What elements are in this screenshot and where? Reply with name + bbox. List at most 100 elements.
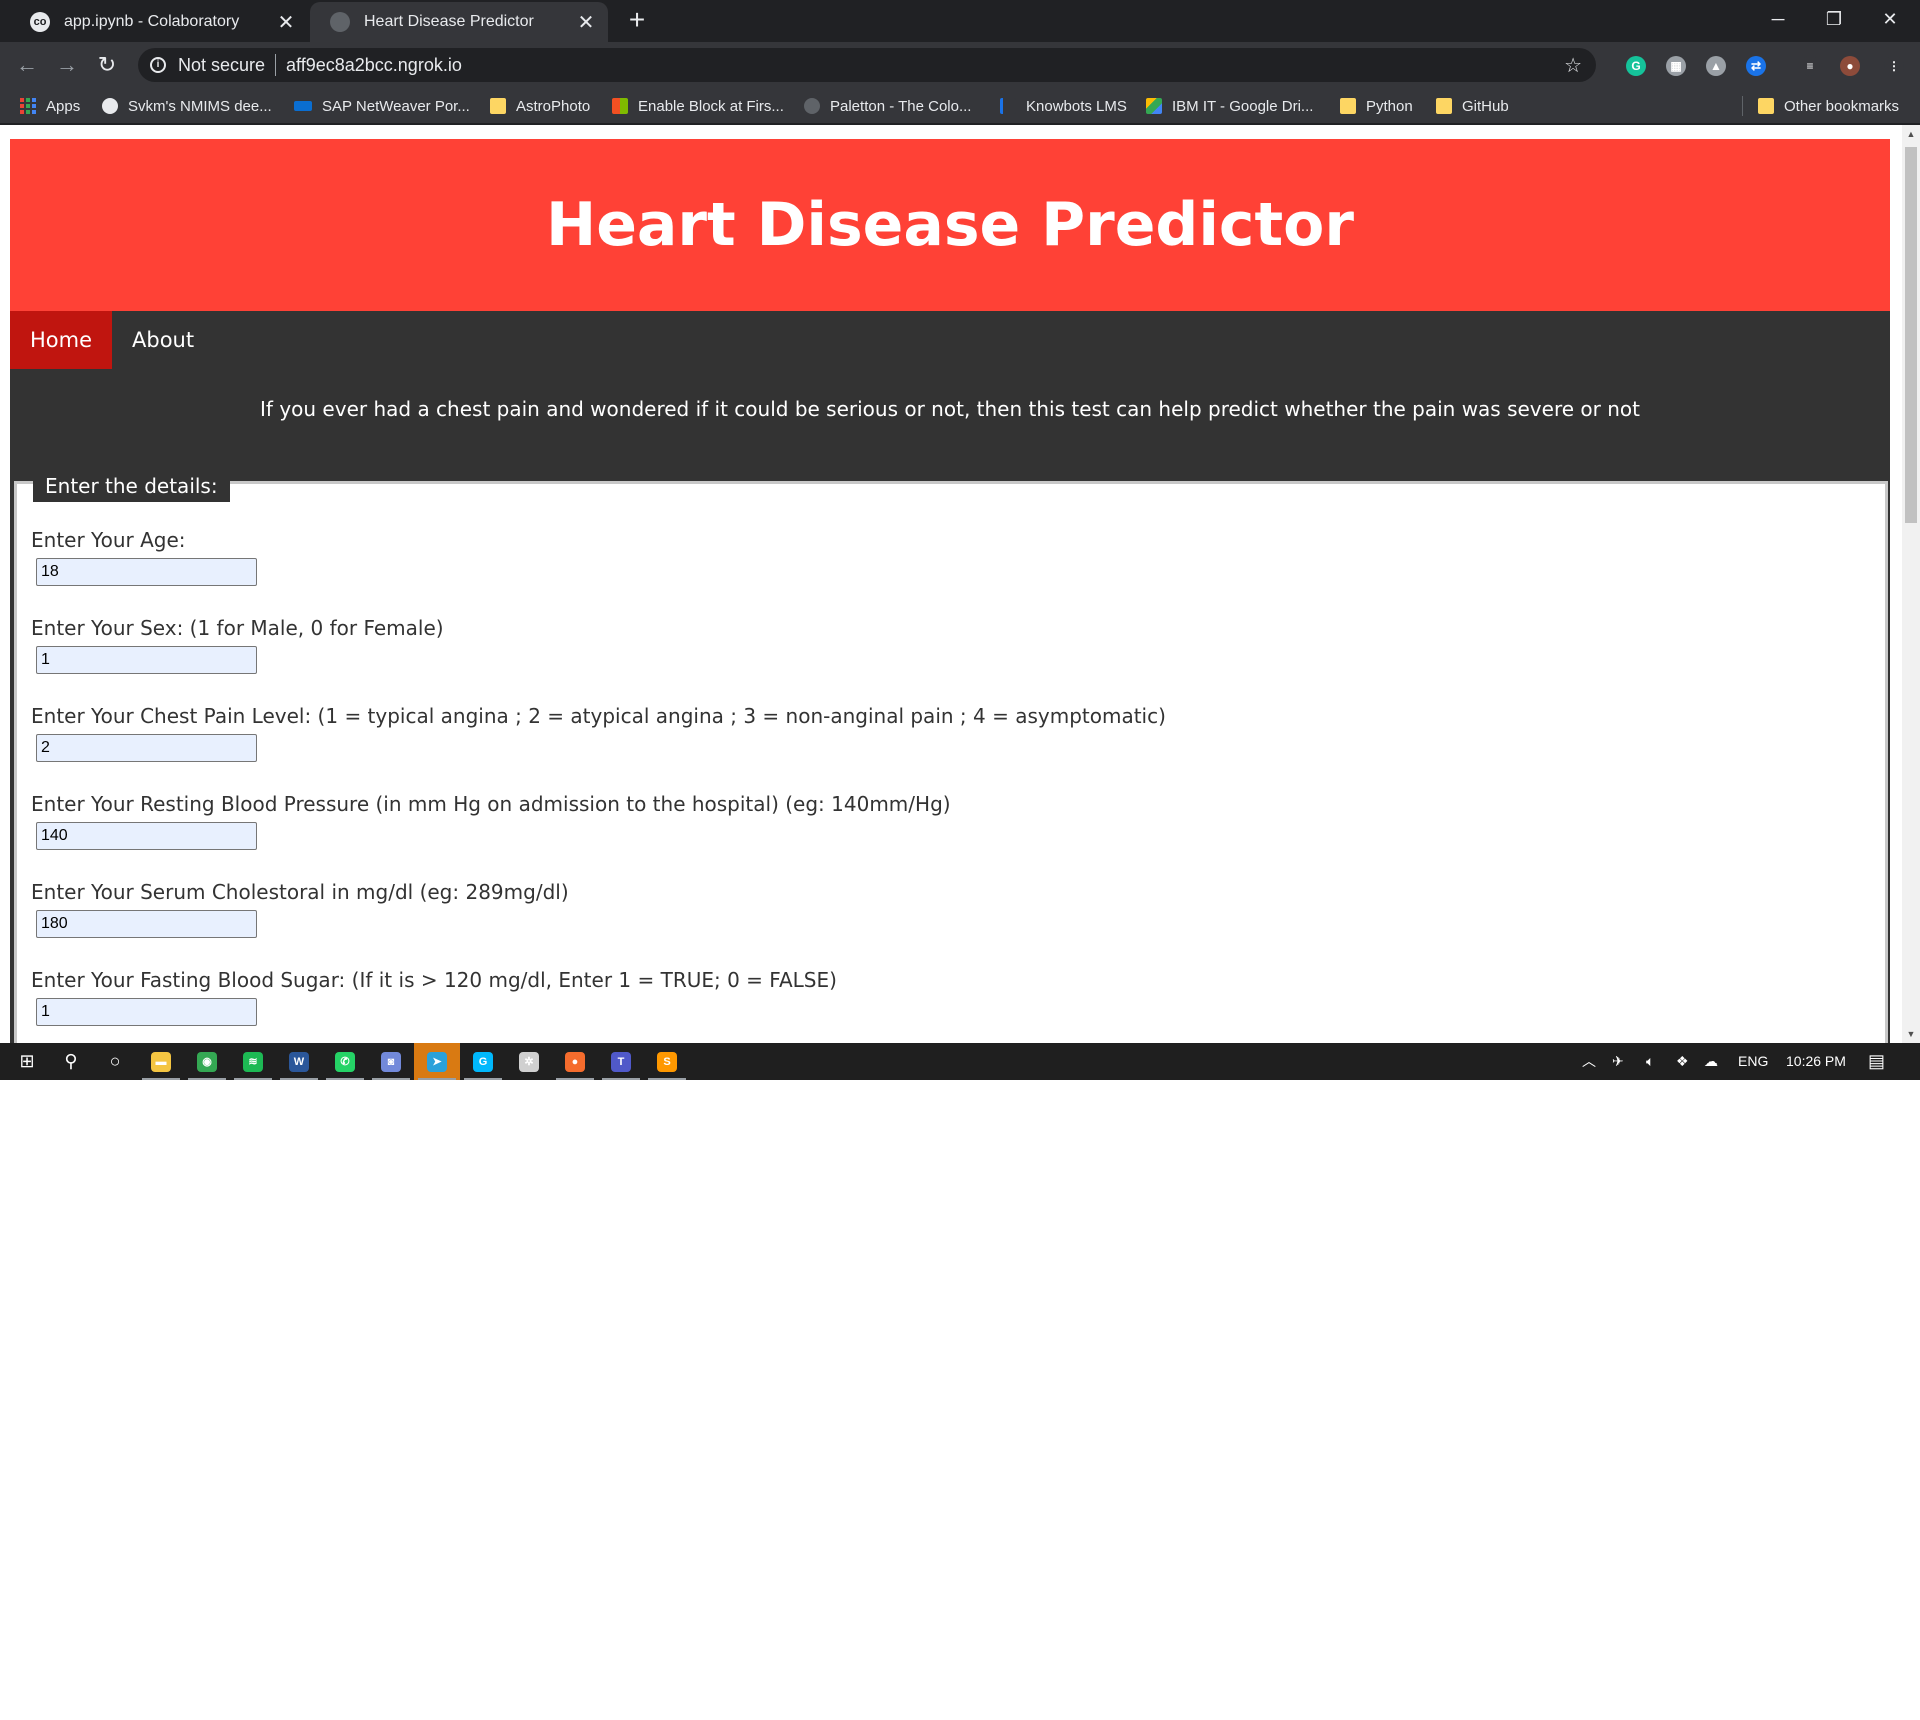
windows-taskbar: ⊞ ⚲ ○ ▬ ◉ ≋ W ✆ ◙ ➤ G ✲ ● T S ︿ ✈ 🔈︎ ❖ ☁ ENG 10:26 PM … [0,1043,1920,1080]
forward-button[interactable]: → [52,50,82,80]
notifications-icon[interactable]: ▤ [1868,1043,1885,1080]
telegram-taskbar-button[interactable]: ➤ [414,1043,460,1080]
bookmark-python[interactable]: Python [1340,96,1413,116]
bookmark-label: IBM IT - Google Dri... [1172,97,1314,115]
tab-colaboratory[interactable]: co app.ipynb - Colaboratory ✕ [10,2,308,42]
nmims-icon [102,98,118,114]
knowbots-icon [1000,98,1016,114]
grammarly-icon[interactable]: G [1626,56,1646,76]
spotify-taskbar-button[interactable]: ≋ [230,1043,276,1080]
profile-avatar-icon[interactable]: ● [1840,56,1860,76]
volume-icon[interactable]: 🔈︎ [1646,1043,1654,1080]
bookmark-nmims[interactable]: Svkm's NMIMS dee... [102,96,272,116]
bookmark-github[interactable]: GitHub [1436,96,1509,116]
language-indicator[interactable]: ENG [1738,1043,1768,1080]
close-tab-icon[interactable]: ✕ [276,10,296,35]
bookmark-astrophoto[interactable]: AstroPhoto [490,96,590,116]
reload-button[interactable]: ↻ [92,50,122,80]
age-input[interactable] [36,558,257,586]
search-taskbar-button[interactable]: ⚲ [48,1043,94,1080]
close-window-button[interactable]: ✕ [1862,0,1918,38]
bookmark-label: Apps [46,97,81,115]
drive-icon[interactable]: ▲ [1706,56,1726,76]
sublime-icon: S [657,1051,677,1072]
close-tab-icon[interactable]: ✕ [576,10,596,35]
cholesterol-field: Enter Your Serum Cholestoral in mg/dl (e… [31,880,569,938]
settings-gear-taskbar-button[interactable]: ✲ [506,1043,552,1080]
minimize-button[interactable]: ─ [1750,0,1806,38]
onedrive-icon[interactable]: ☁ [1704,1043,1718,1080]
folder-icon [1436,98,1452,114]
blood-sugar-input[interactable] [36,998,257,1026]
restore-button[interactable]: ❐ [1806,0,1862,38]
folder-icon [1340,98,1356,114]
drive-icon [1146,98,1162,114]
bookmark-star-icon[interactable]: ☆ [1564,53,1582,78]
scroll-down-icon[interactable]: ▼ [1902,1025,1920,1043]
media-icon[interactable]: ≡ [1800,56,1820,76]
dropbox-icon[interactable]: ❖ [1676,1043,1689,1080]
intro-text: If you ever had a chest pain and wondere… [260,397,1640,421]
discord-taskbar-button[interactable]: ◙ [368,1043,414,1080]
chrome-taskbar-button[interactable]: ◉ [184,1043,230,1080]
airplane-mode-icon[interactable]: ✈ [1612,1043,1624,1080]
new-tab-button[interactable]: + [622,6,652,36]
bookmark-other[interactable]: Other bookmarks [1758,96,1899,116]
cholesterol-input[interactable] [36,910,257,938]
scroll-up-icon[interactable]: ▲ [1902,125,1920,143]
sync-icon[interactable]: ⇄ [1746,56,1766,76]
scrollbar-thumb[interactable] [1905,147,1917,523]
bookmark-knowbots[interactable]: Knowbots LMS [1000,96,1127,116]
blood-pressure-input[interactable] [36,822,257,850]
url-text[interactable]: aff9ec8a2bcc.ngrok.io [286,55,462,76]
cortana-icon: ○ [109,1051,121,1071]
details-form: Enter the details: Enter Your Age: Enter… [14,470,1888,1043]
bookmarks-bar: Apps Svkm's NMIMS dee... SAP NetWeaver P… [0,88,1920,124]
desktop-screen: co app.ipynb - Colaboratory ✕ Heart Dise… [0,0,1920,1080]
settings-gear-icon: ✲ [519,1051,539,1072]
divider [275,54,277,76]
blood-sugar-field: Enter Your Fasting Blood Sugar: (If it i… [31,968,837,1026]
page-scrollbar[interactable]: ▲ ▼ [1902,125,1920,1043]
folder-icon [1758,98,1774,114]
cortana-taskbar-button[interactable]: ○ [92,1043,138,1080]
blood-pressure-field: Enter Your Resting Blood Pressure (in mm… [31,792,951,850]
tab-heart-disease-predictor[interactable]: Heart Disease Predictor ✕ [310,2,608,42]
windows-start-icon: ⊞ [19,1051,35,1071]
sublime-taskbar-button[interactable]: S [644,1043,690,1080]
file-explorer-taskbar-button[interactable]: ▬ [138,1043,184,1080]
word-taskbar-button[interactable]: W [276,1043,322,1080]
clock[interactable]: 10:26 PM [1786,1043,1846,1080]
bookmark-enable-block[interactable]: Enable Block at Firs... [612,96,784,116]
word-icon: W [289,1051,309,1072]
extension-icon[interactable]: ▦ [1666,56,1686,76]
teams-icon: T [611,1051,631,1072]
chest-pain-field: Enter Your Chest Pain Level: (1 = typica… [31,704,1166,762]
browser-toolbar: ← → ↻ i Not secure aff9ec8a2bcc.ngrok.io… [0,42,1920,88]
tray-chevron-icon[interactable]: ︿ [1582,1043,1596,1080]
bookmark-ibm-drive[interactable]: IBM IT - Google Dri... [1146,96,1313,116]
logitech-taskbar-button[interactable]: G [460,1043,506,1080]
divider [1742,96,1743,116]
origin-icon: ● [565,1051,585,1072]
origin-taskbar-button[interactable]: ● [552,1043,598,1080]
bookmark-paletton[interactable]: Paletton - The Colo... [804,96,971,116]
site-header: Heart Disease Predictor [10,139,1890,311]
tab-title: app.ipynb - Colaboratory [64,13,240,30]
bookmark-label: Svkm's NMIMS dee... [128,97,272,115]
sex-input[interactable] [36,646,257,674]
windows-start-taskbar-button[interactable]: ⊞ [4,1043,50,1080]
teams-taskbar-button[interactable]: T [598,1043,644,1080]
info-icon[interactable]: i [150,57,166,73]
chest-pain-input[interactable] [36,734,257,762]
bookmark-sap[interactable]: SAP NetWeaver Por... [294,96,470,116]
back-button[interactable]: ← [12,50,42,80]
security-status[interactable]: Not secure [178,55,265,76]
whatsapp-taskbar-button[interactable]: ✆ [322,1043,368,1080]
nav-home-link[interactable]: Home [10,311,113,369]
nav-about-link[interactable]: About [112,311,214,369]
menu-icon[interactable]: ⋮ [1884,56,1904,76]
address-bar[interactable]: i Not secure aff9ec8a2bcc.ngrok.io ☆ [138,48,1596,82]
bookmark-label: Paletton - The Colo... [830,97,972,115]
bookmark-apps[interactable]: Apps [20,96,80,116]
